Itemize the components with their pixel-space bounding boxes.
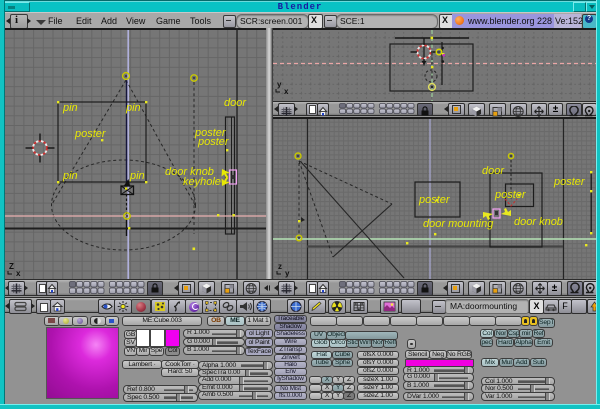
svg-text:keyhole: keyhole (183, 176, 221, 188)
svg-text:pin: pin (129, 170, 145, 182)
svg-text:door mounting: door mounting (423, 218, 494, 230)
svg-text:x: x (284, 87, 289, 96)
svg-text:x: x (16, 269, 21, 278)
svg-text:door knob: door knob (514, 216, 563, 228)
svg-text:pin: pin (125, 102, 141, 114)
svg-text:poster: poster (553, 176, 586, 188)
svg-text:poster: poster (418, 194, 451, 206)
svg-text:pin: pin (62, 170, 78, 182)
svg-text:y: y (285, 269, 290, 278)
svg-text:pin: pin (62, 102, 78, 114)
svg-text:door: door (482, 165, 505, 177)
svg-text:z: z (278, 262, 282, 271)
svg-text:y: y (277, 80, 282, 89)
svg-text:door: door (224, 97, 247, 109)
svg-text:poster: poster (197, 136, 230, 148)
svg-text:Z: Z (9, 262, 14, 271)
svg-text:poster: poster (494, 189, 527, 201)
svg-text:poster: poster (74, 128, 107, 140)
